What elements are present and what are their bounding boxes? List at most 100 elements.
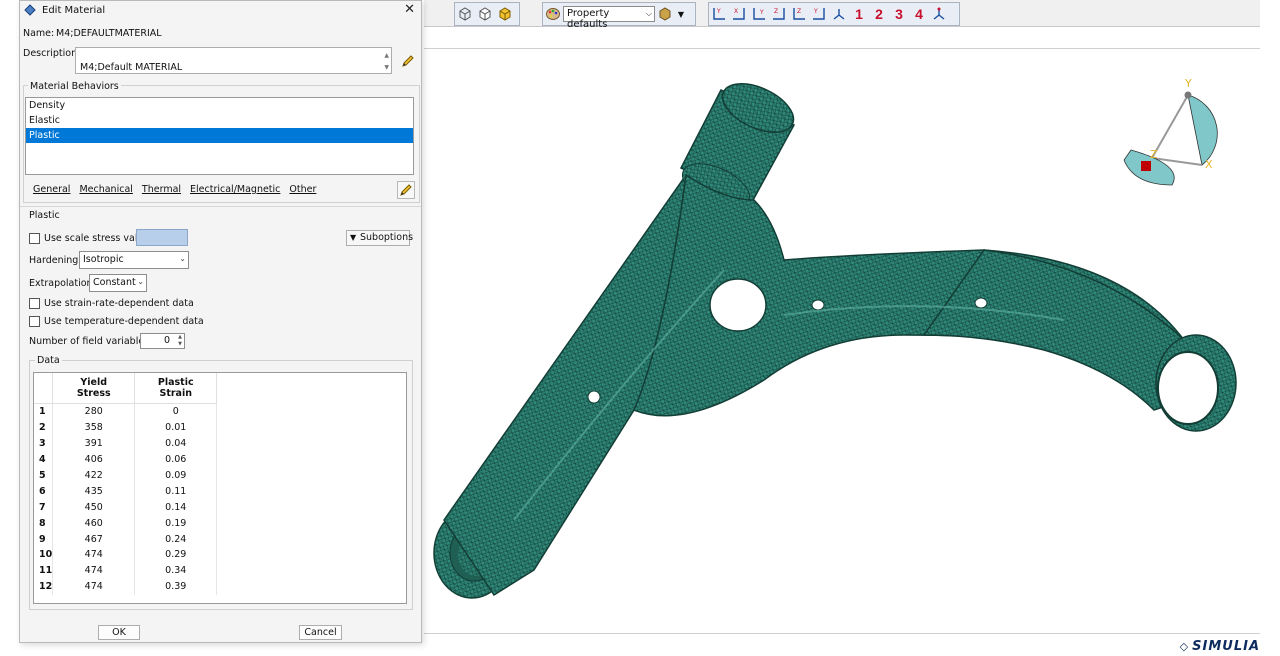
table-row[interactable]: 5 422 0.09 [34, 467, 218, 484]
hidden-line-icon[interactable] [476, 5, 494, 23]
table-row[interactable]: 7 450 0.14 [34, 499, 218, 516]
view-xy-icon[interactable]: X [730, 5, 748, 23]
strain-rate-checkbox-row[interactable]: Use strain-rate-dependent data [29, 298, 194, 309]
data-title: Data [35, 355, 62, 366]
close-icon[interactable]: ✕ [404, 2, 415, 17]
simulia-logo: ◇ SIMULIA [1179, 639, 1260, 654]
dialog-title-bar[interactable]: Edit Material [20, 1, 421, 19]
plastic-strain-cell[interactable]: 0.39 [134, 578, 218, 595]
pencil-icon [400, 184, 412, 196]
table-row[interactable]: 4 406 0.06 [34, 451, 218, 468]
table-row[interactable]: 10 474 0.29 [34, 547, 218, 563]
menu-electrical-magnetic[interactable]: Electrical/Magnetic [190, 184, 280, 195]
view-1-button[interactable]: 1 [849, 6, 869, 22]
yield-stress-cell[interactable]: 474 [52, 578, 136, 595]
column-header-yield-stress[interactable]: Yield Stress [52, 373, 136, 404]
yield-stress-cell[interactable]: 467 [52, 531, 136, 548]
plastic-strain-cell[interactable]: 0.34 [134, 562, 218, 579]
view-2-button[interactable]: 2 [869, 6, 889, 22]
view-xz-icon[interactable]: Z [790, 5, 808, 23]
suboptions-button[interactable]: ▼ Suboptions [346, 230, 413, 246]
property-defaults-select[interactable]: Property defaults ⌵ [563, 6, 655, 30]
wireframe-icon[interactable] [456, 5, 474, 23]
yield-stress-cell[interactable]: 422 [52, 467, 136, 484]
view-yz-icon[interactable]: Z [770, 5, 788, 23]
table-row[interactable]: 3 391 0.04 [34, 435, 218, 452]
table-row[interactable]: 9 467 0.24 [34, 531, 218, 548]
plastic-strain-cell[interactable]: 0 [134, 403, 218, 420]
column-header-plastic-strain[interactable]: Plastic Strain [134, 373, 218, 404]
plastic-strain-cell[interactable]: 0.19 [134, 515, 218, 532]
ok-button[interactable]: OK [98, 625, 140, 640]
plastic-strain-cell[interactable]: 0.01 [134, 419, 218, 436]
cancel-button[interactable]: Cancel [299, 625, 342, 640]
scale-stress-input[interactable] [136, 229, 188, 246]
menu-other[interactable]: Other [289, 184, 316, 195]
table-row[interactable]: 6 435 0.11 [34, 483, 218, 500]
palette-icon[interactable] [544, 5, 562, 23]
view-iso-icon[interactable] [830, 5, 848, 23]
view-4-button[interactable]: 4 [909, 6, 929, 22]
view-zy-icon[interactable]: Y [750, 5, 768, 23]
description-field[interactable]: M4;Default MATERIAL ▲ ▼ [75, 47, 392, 74]
dialog-title: Edit Material [42, 4, 106, 16]
strain-rate-checkbox[interactable] [29, 298, 40, 309]
behavior-item-plastic[interactable]: Plastic [26, 128, 413, 143]
hardening-select[interactable]: Isotropic ⌄ [79, 251, 189, 269]
triad-y-label: Y [1184, 77, 1192, 90]
table-row[interactable]: 11 474 0.34 [34, 562, 218, 579]
yield-stress-cell[interactable]: 435 [52, 483, 136, 500]
view-yx-icon[interactable]: Y [710, 5, 728, 23]
yield-stress-cell[interactable]: 406 [52, 451, 136, 468]
view-zx-icon[interactable]: Y [810, 5, 828, 23]
spinner-arrows-icon[interactable]: ▲ ▼ [178, 334, 182, 348]
plastic-strain-cell[interactable]: 0.24 [134, 531, 218, 548]
row-number: 7 [34, 499, 54, 516]
yield-stress-cell[interactable]: 358 [52, 419, 136, 436]
behavior-item-density[interactable]: Density [26, 98, 413, 113]
name-value: M4;DEFAULTMATERIAL [56, 28, 162, 39]
yield-stress-cell[interactable]: 460 [52, 515, 136, 532]
row-number: 5 [34, 467, 54, 484]
table-row[interactable]: 1 280 0 [34, 403, 218, 420]
description-scrollbar[interactable]: ▲ ▼ [384, 50, 389, 74]
plastic-strain-cell[interactable]: 0.04 [134, 435, 218, 452]
svg-text:Y: Y [813, 8, 818, 15]
yield-stress-cell[interactable]: 391 [52, 435, 136, 452]
extrapolation-select[interactable]: Constant ⌄ [89, 274, 147, 292]
table-row[interactable]: 8 460 0.19 [34, 515, 218, 532]
row-number: 10 [34, 547, 54, 563]
yield-stress-cell[interactable]: 280 [52, 403, 136, 420]
field-vars-spinner[interactable]: 0 ▲ ▼ [140, 333, 185, 349]
temperature-checkbox-row[interactable]: Use temperature-dependent data [29, 316, 204, 327]
plastic-strain-cell[interactable]: 0.09 [134, 467, 218, 484]
behavior-item-elastic[interactable]: Elastic [26, 113, 413, 128]
yield-stress-cell[interactable]: 450 [52, 499, 136, 516]
table-row[interactable]: 12 474 0.39 [34, 578, 218, 595]
edit-description-pencil-icon[interactable] [400, 53, 416, 69]
table-row[interactable]: 2 358 0.01 [34, 419, 218, 436]
shaded-icon[interactable] [496, 5, 514, 23]
view-custom-icon[interactable] [930, 5, 948, 23]
color-block-icon[interactable] [656, 5, 674, 23]
menu-mechanical[interactable]: Mechanical [79, 184, 132, 195]
view-3-button[interactable]: 3 [889, 6, 909, 22]
menu-general[interactable]: General [33, 184, 70, 195]
triad-z-label: Z [1150, 148, 1158, 161]
edit-behavior-button[interactable] [397, 181, 415, 199]
menu-thermal[interactable]: Thermal [142, 184, 181, 195]
behavior-menu-bar: General Mechanical Thermal Electrical/Ma… [33, 184, 325, 195]
scale-stress-checkbox[interactable] [29, 233, 40, 244]
chevron-down-icon[interactable]: ▼ [676, 5, 686, 23]
plastic-strain-cell[interactable]: 0.14 [134, 499, 218, 516]
scale-stress-checkbox-row[interactable]: Use scale stress value: [29, 233, 153, 244]
yield-stress-cell[interactable]: 474 [52, 547, 136, 563]
plastic-strain-cell[interactable]: 0.11 [134, 483, 218, 500]
svg-text:Y: Y [716, 8, 721, 15]
row-number: 8 [34, 515, 54, 532]
plastic-strain-cell[interactable]: 0.06 [134, 451, 218, 468]
plastic-strain-cell[interactable]: 0.29 [134, 547, 218, 563]
temperature-checkbox[interactable] [29, 316, 40, 327]
model-viewport[interactable]: Y X Z [424, 50, 1260, 633]
yield-stress-cell[interactable]: 474 [52, 562, 136, 579]
